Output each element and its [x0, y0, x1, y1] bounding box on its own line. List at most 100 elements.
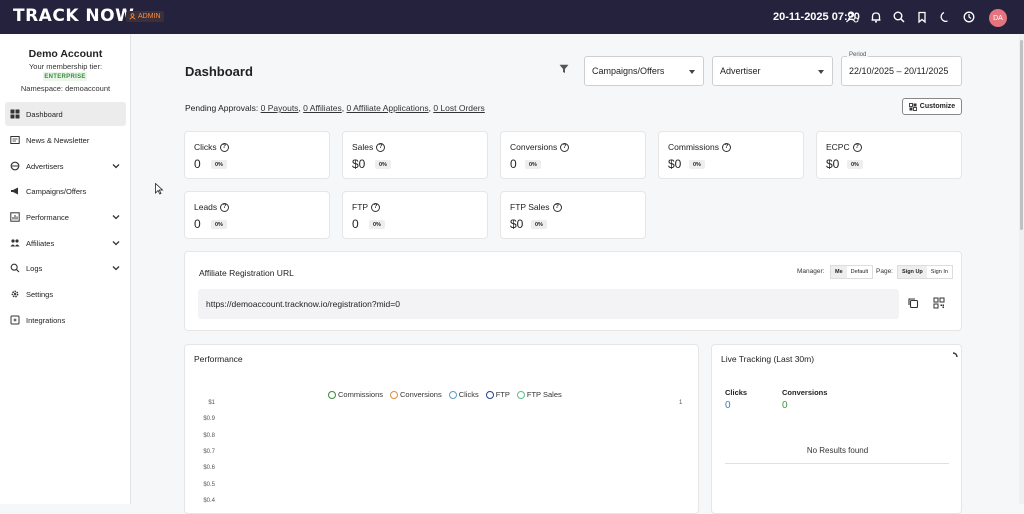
caret-down-icon — [689, 70, 695, 74]
legend-marker — [328, 390, 336, 399]
sidebar-item-news[interactable]: News & Newsletter — [5, 128, 126, 152]
manager-label: Manager: — [797, 268, 825, 275]
page-option-sign-in[interactable]: Sign In — [927, 266, 952, 278]
legend-item-ftp-sales[interactable]: FTP Sales — [516, 390, 562, 399]
legend-item-conversions[interactable]: Conversions — [390, 390, 442, 399]
stat-change-badge: 0% — [369, 220, 385, 229]
namespace-label: Namespace: demoaccount — [20, 84, 111, 93]
account-name: Demo Account — [28, 48, 103, 60]
sidebar-item-affiliates[interactable]: Affiliates — [5, 231, 126, 255]
y-axis-tick: $0.6 — [203, 465, 215, 471]
help-icon[interactable]: ? — [371, 202, 381, 212]
stat-value: 0 — [194, 157, 201, 171]
period-value: 22/10/2025 – 20/11/2025 — [849, 66, 949, 76]
app-logo[interactable]: TRACK NOW — [13, 6, 134, 26]
stat-change-badge: 0% — [847, 160, 863, 169]
help-icon[interactable]: ? — [560, 142, 570, 152]
help-icon[interactable]: ? — [220, 202, 230, 212]
stat-label: Clicks — [194, 142, 217, 152]
qr-code-icon[interactable] — [933, 297, 945, 309]
chevron-down-icon[interactable] — [112, 162, 120, 170]
tier-label: Your membership tier: — [28, 62, 103, 71]
legend-label: FTP Sales — [526, 390, 562, 399]
help-icon[interactable]: ? — [722, 142, 732, 152]
sidebar-item-label: Affiliates — [26, 238, 55, 248]
page-option-sign-up[interactable]: Sign Up — [898, 266, 927, 278]
timezone-icon[interactable] — [962, 10, 976, 24]
megaphone-icon — [11, 187, 18, 195]
caret-down-icon — [818, 70, 824, 74]
avatar[interactable]: DA — [989, 9, 1007, 27]
scrollbar-thumb[interactable] — [1020, 40, 1023, 230]
live-clicks-value: 0 — [725, 400, 731, 411]
filter-icon[interactable] — [559, 64, 569, 74]
legend-item-commissions[interactable]: Commissions — [328, 390, 383, 399]
chevron-down-icon[interactable] — [112, 213, 120, 221]
pending-payouts-link[interactable]: 0 Payouts — [261, 103, 299, 113]
pending-lost-orders-link[interactable]: 0 Lost Orders — [433, 103, 485, 113]
campaigns-select[interactable]: Campaigns/Offers — [584, 56, 704, 86]
customize-icon — [908, 102, 917, 111]
admin-icon — [129, 13, 136, 20]
live-tracking-title: Live Tracking (Last 30m) — [721, 354, 815, 364]
help-icon[interactable]: ? — [219, 142, 229, 152]
sidebar-item-settings[interactable]: Settings — [5, 282, 126, 306]
sidebar-item-performance[interactable]: Performance — [5, 205, 126, 229]
sidebar-item-campaigns[interactable]: Campaigns/Offers — [5, 179, 126, 203]
loading-spinner-icon — [952, 352, 958, 358]
y-axis-tick: $1 — [208, 400, 215, 406]
live-conversions-label: Conversions — [782, 388, 828, 397]
admin-badge: ADMIN — [126, 11, 164, 22]
manager-option-me[interactable]: Me — [831, 266, 847, 278]
sidebar-item-integrations[interactable]: Integrations — [5, 308, 126, 332]
bell-icon[interactable] — [869, 10, 883, 24]
legend-item-ftp[interactable]: FTP — [485, 390, 510, 399]
copy-icon[interactable] — [907, 297, 919, 309]
help-icon[interactable]: ? — [376, 142, 386, 152]
customize-button[interactable]: Customize — [902, 98, 962, 115]
legend-label: FTP — [495, 390, 510, 399]
sidebar-item-logs[interactable]: Logs — [5, 256, 126, 280]
stat-change-badge: 0% — [211, 220, 227, 229]
sidebar-item-label: Logs — [26, 263, 43, 273]
period-label: Period — [847, 52, 869, 58]
stat-label: FTP — [352, 202, 369, 212]
stat-value: 0 — [194, 217, 201, 231]
help-icon[interactable]: ? — [852, 142, 862, 152]
legend-label: Conversions — [400, 390, 442, 399]
y-axis-tick: $0.5 — [203, 482, 215, 488]
legend-marker — [390, 390, 399, 399]
chevron-down-icon[interactable] — [112, 264, 120, 272]
y2-axis-tick: 1 — [679, 400, 683, 406]
user-switch-icon[interactable] — [845, 10, 859, 24]
chevron-down-icon[interactable] — [112, 239, 120, 247]
stat-card-ftp-sales: FTP Sales? $0 0% — [500, 191, 646, 239]
sidebar-item-dashboard[interactable]: Dashboard — [5, 102, 126, 126]
advertiser-select[interactable]: Advertiser — [712, 56, 833, 86]
stat-card-ftp: FTP? 0 0% — [342, 191, 488, 239]
period-picker[interactable]: 22/10/2025 – 20/11/2025 — [841, 56, 962, 86]
manager-option-default[interactable]: Default — [847, 266, 872, 278]
advertiser-select-value: Advertiser — [720, 66, 761, 76]
help-icon[interactable]: ? — [552, 202, 562, 212]
performance-title: Performance — [194, 354, 243, 364]
page-title: Dashboard — [185, 64, 253, 79]
pending-affiliates-link[interactable]: 0 Affiliates — [303, 103, 342, 113]
legend-marker — [448, 390, 457, 399]
search-icon[interactable] — [892, 10, 906, 24]
registration-url-field[interactable]: https://demoaccount.tracknow.io/registra… — [198, 289, 899, 319]
pending-applications-link[interactable]: 0 Affiliate Applications — [347, 103, 429, 113]
live-clicks-label: Clicks — [725, 388, 748, 397]
gear-icon — [11, 290, 19, 298]
legend-item-clicks[interactable]: Clicks — [448, 390, 479, 399]
stat-card-conversions: Conversions? 0 0% — [500, 131, 646, 179]
logs-icon — [10, 263, 20, 273]
bookmark-icon[interactable] — [915, 10, 929, 24]
page-toggle: Sign Up Sign In — [897, 265, 953, 279]
newsletter-icon — [10, 136, 20, 144]
sidebar-item-advertisers[interactable]: Advertisers — [5, 154, 126, 178]
moon-icon[interactable] — [938, 10, 952, 24]
manager-toggle: Me Default — [830, 265, 874, 279]
stat-label: Conversions — [510, 142, 558, 152]
pending-approvals: Pending Approvals: 0 Payouts, 0 Affiliat… — [185, 103, 485, 113]
